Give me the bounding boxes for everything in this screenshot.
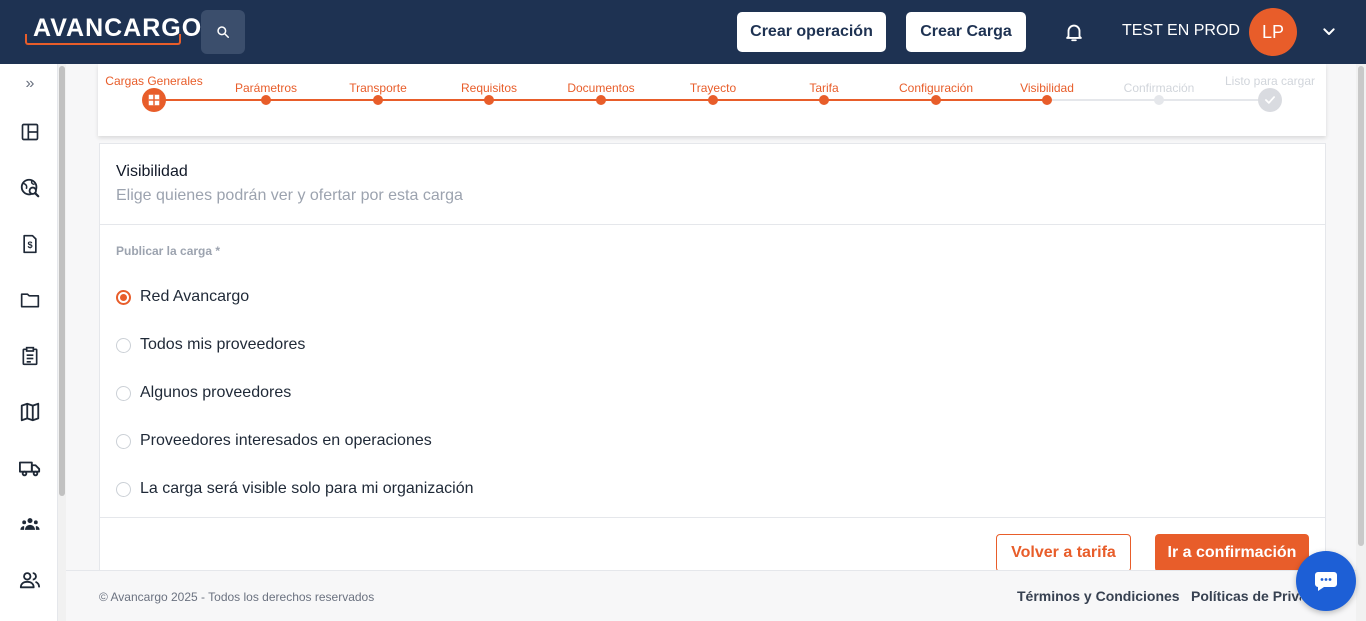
step-dot-tarifa[interactable] bbox=[819, 95, 829, 105]
radio-button[interactable] bbox=[116, 289, 131, 305]
footer: © Avancargo 2025 - Todos los derechos re… bbox=[66, 570, 1356, 621]
globe-search-icon bbox=[20, 178, 40, 198]
step-label-confirmacion: Confirmación bbox=[1123, 81, 1195, 95]
sidebar-item-orders[interactable] bbox=[18, 344, 42, 368]
sidebar-item-users[interactable] bbox=[18, 568, 42, 592]
step-dot-visibilidad[interactable] bbox=[1042, 95, 1052, 105]
search-button[interactable] bbox=[201, 10, 245, 54]
folder-icon bbox=[20, 293, 40, 308]
user-name: TEST EN PROD bbox=[1122, 22, 1240, 39]
svg-text:$: $ bbox=[27, 240, 32, 250]
sidebar-item-search-loads[interactable] bbox=[18, 176, 42, 200]
visibility-card: Visibilidad Elige quienes podrán ver y o… bbox=[99, 143, 1326, 583]
section-subtitle: Elige quienes podrán ver y ofertar por e… bbox=[116, 187, 463, 204]
truck-icon bbox=[19, 461, 41, 477]
step-label-cargas-generales: Cargas Generales bbox=[105, 74, 203, 88]
step-listo-para-cargar[interactable] bbox=[1258, 88, 1282, 112]
radio-option-solo-organizacion[interactable]: La carga será visible solo para mi organ… bbox=[116, 478, 474, 500]
step-label-tarifa: Tarifa bbox=[809, 81, 839, 95]
privacy-link[interactable]: Políticas de Privacidad bbox=[1191, 588, 1301, 604]
step-label-configuracion: Configuración bbox=[898, 81, 974, 95]
check-icon bbox=[1265, 96, 1275, 104]
user-menu-toggle[interactable] bbox=[1320, 24, 1338, 40]
radio-button[interactable] bbox=[116, 433, 131, 449]
step-label-requisitos: Requisitos bbox=[460, 81, 518, 95]
step-dot-documentos[interactable] bbox=[596, 95, 606, 105]
chat-bubble-icon bbox=[1315, 572, 1337, 591]
back-to-rate-button[interactable]: Volver a tarifa bbox=[996, 534, 1131, 572]
copyright-text: © Avancargo 2025 - Todos los derechos re… bbox=[99, 590, 375, 604]
dashboard-icon bbox=[21, 123, 39, 141]
sidebar-expand-button[interactable]: » bbox=[20, 74, 40, 94]
step-dot-confirmacion[interactable] bbox=[1154, 95, 1164, 105]
radio-label: Red Avancargo bbox=[140, 288, 250, 305]
map-icon bbox=[20, 402, 40, 422]
radio-label: Todos mis proveedores bbox=[140, 336, 306, 353]
chat-button[interactable] bbox=[1296, 551, 1356, 611]
radio-option-todos-proveedores[interactable]: Todos mis proveedores bbox=[116, 334, 305, 356]
progress-stepper: Cargas Generales Parámetros Transporte R… bbox=[98, 64, 1326, 136]
chevron-down-icon bbox=[1323, 28, 1335, 35]
sidebar bbox=[0, 64, 58, 621]
step-label-parametros: Parámetros bbox=[234, 81, 298, 95]
clipboard-icon bbox=[22, 346, 38, 366]
search-icon bbox=[217, 26, 230, 39]
sidebar-item-invoices[interactable]: $ bbox=[18, 232, 42, 256]
radio-option-red-avancargo[interactable]: Red Avancargo bbox=[116, 286, 249, 308]
sidebar-item-folders[interactable] bbox=[18, 288, 42, 312]
step-cargas-generales[interactable] bbox=[142, 88, 166, 112]
step-label-trayecto: Trayecto bbox=[689, 81, 737, 95]
top-header: AVANCARGO Crear operación Crear Carga TE… bbox=[0, 0, 1366, 64]
section-divider bbox=[100, 224, 1325, 225]
radio-option-proveedores-interesados[interactable]: Proveedores interesados en operaciones bbox=[116, 430, 432, 452]
actions-divider bbox=[100, 517, 1325, 518]
avancargo-logo[interactable]: AVANCARGO bbox=[25, 12, 201, 46]
step-label-visibilidad: Visibilidad bbox=[1020, 81, 1074, 95]
step-dot-trayecto[interactable] bbox=[708, 95, 718, 105]
create-operation-button[interactable]: Crear operación bbox=[737, 12, 886, 52]
main-scrollbar-thumb[interactable] bbox=[1358, 66, 1364, 546]
radio-option-algunos-proveedores[interactable]: Algunos proveedores bbox=[116, 382, 291, 404]
radio-label: La carga será visible solo para mi organ… bbox=[140, 480, 474, 497]
radio-label: Algunos proveedores bbox=[140, 384, 292, 401]
users-icon bbox=[19, 572, 41, 589]
publish-field-label: Publicar la carga * bbox=[116, 244, 221, 258]
terms-link[interactable]: Términos y Condiciones bbox=[1017, 588, 1180, 604]
sidebar-item-groups[interactable] bbox=[18, 512, 42, 536]
step-label-documentos: Documentos bbox=[567, 81, 635, 95]
sidebar-item-dashboard[interactable] bbox=[18, 120, 42, 144]
radio-button[interactable] bbox=[116, 337, 131, 353]
notifications-button[interactable] bbox=[1063, 21, 1085, 43]
invoice-icon: $ bbox=[23, 234, 37, 254]
sidebar-item-trucks[interactable] bbox=[18, 456, 42, 480]
step-dot-transporte[interactable] bbox=[373, 95, 383, 105]
create-load-button[interactable]: Crear Carga bbox=[906, 12, 1026, 52]
sidebar-item-map[interactable] bbox=[18, 400, 42, 424]
step-label-transporte: Transporte bbox=[349, 81, 407, 95]
radio-label: Proveedores interesados en operaciones bbox=[140, 432, 432, 449]
go-to-confirmation-button[interactable]: Ir a confirmación bbox=[1155, 534, 1309, 572]
step-label-listo-para-cargar: Listo para cargar bbox=[1224, 74, 1316, 88]
sidebar-scrollbar-thumb[interactable] bbox=[59, 66, 65, 496]
group-icon bbox=[20, 518, 40, 530]
step-dot-parametros[interactable] bbox=[261, 95, 271, 105]
avatar[interactable]: LP bbox=[1249, 8, 1297, 56]
bell-icon bbox=[1066, 24, 1082, 42]
radio-button[interactable] bbox=[116, 481, 131, 497]
grid-icon bbox=[148, 94, 160, 106]
section-title: Visibilidad bbox=[116, 163, 188, 180]
step-dot-requisitos[interactable] bbox=[484, 95, 494, 105]
step-dot-configuracion[interactable] bbox=[931, 95, 941, 105]
radio-button[interactable] bbox=[116, 385, 131, 401]
